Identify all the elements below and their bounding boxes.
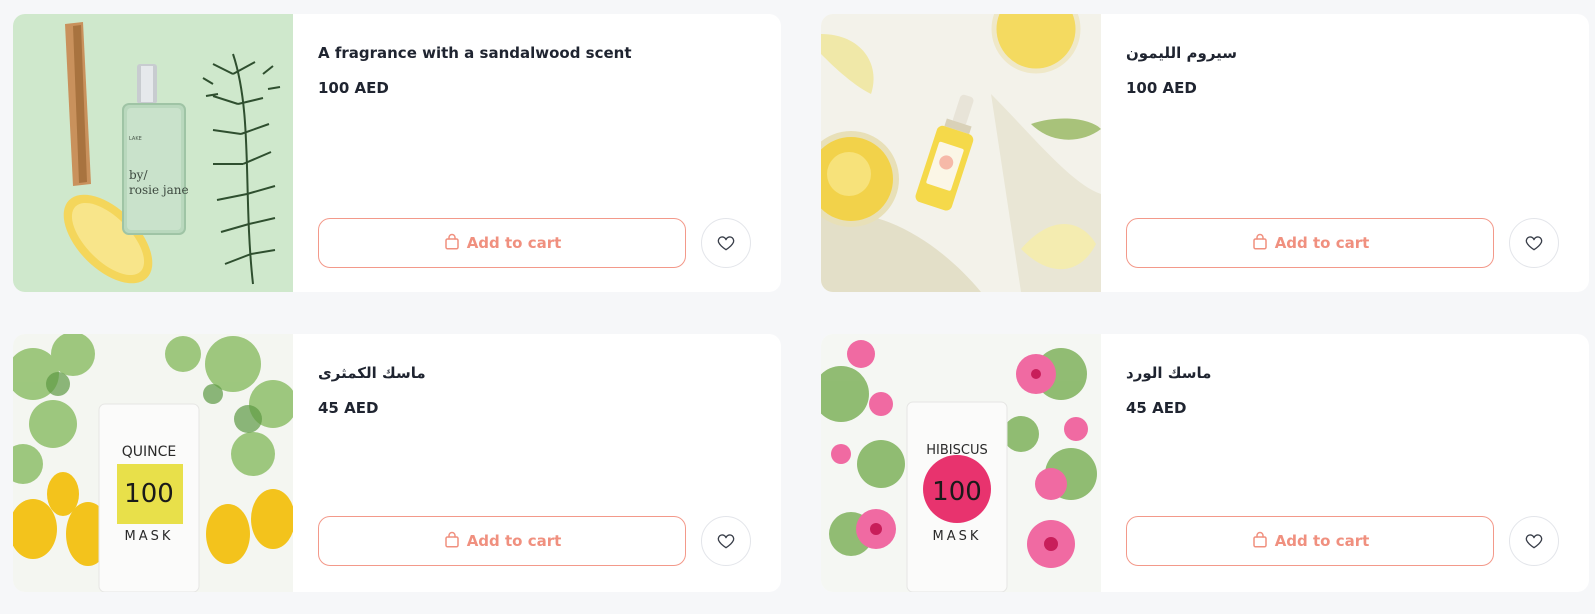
heart-icon <box>717 534 735 549</box>
product-title[interactable]: A fragrance with a sandalwood scent <box>318 42 756 64</box>
mask-name-text: HIBISCUS <box>926 443 987 458</box>
product-title[interactable]: ماسك الورد <box>1126 362 1564 384</box>
mask-number-text: 100 <box>124 479 174 509</box>
heart-icon <box>1525 236 1543 251</box>
heart-icon <box>1525 534 1543 549</box>
add-to-cart-label: Add to cart <box>466 234 562 252</box>
wishlist-button[interactable] <box>701 516 751 566</box>
add-to-cart-button[interactable]: Add to cart <box>318 218 686 268</box>
product-actions: Add to cart <box>1126 516 1559 566</box>
wishlist-button[interactable] <box>701 218 751 268</box>
bottle-label-line2: rosie jane <box>129 183 189 197</box>
mask-label-text: MASK <box>933 529 982 544</box>
product-card[interactable]: QUINCE 100 MASK ماسك الكمثرى 45 AED Add … <box>13 334 781 592</box>
heart-icon <box>717 236 735 251</box>
add-to-cart-button[interactable]: Add to cart <box>1126 218 1494 268</box>
shopping-bag-icon <box>1252 233 1267 249</box>
add-to-cart-label: Add to cart <box>466 532 562 550</box>
add-to-cart-button[interactable]: Add to cart <box>1126 516 1494 566</box>
product-actions: Add to cart <box>318 516 751 566</box>
product-info: سيروم الليمون 100 AED Add to cart <box>1101 14 1589 292</box>
product-actions: Add to cart <box>1126 218 1559 268</box>
shopping-bag-icon <box>444 233 459 249</box>
product-image[interactable]: HIBISCUS 100 MASK <box>821 334 1101 592</box>
product-card[interactable]: LAKE by/ rosie jane A fragrance with a s… <box>13 14 781 292</box>
wishlist-button[interactable] <box>1509 516 1559 566</box>
product-image[interactable]: LAKE by/ rosie jane <box>13 14 293 292</box>
product-price: 45 AED <box>1126 399 1187 417</box>
bottle-label-line1: by/ <box>129 168 148 182</box>
product-card[interactable]: HIBISCUS 100 MASK ماسك الورد 45 AED Add … <box>821 334 1589 592</box>
product-price: 100 AED <box>318 79 389 97</box>
shopping-bag-icon <box>444 531 459 547</box>
product-card[interactable]: سيروم الليمون 100 AED Add to cart <box>821 14 1589 292</box>
mask-name-text: QUINCE <box>122 444 177 460</box>
product-info: ماسك الورد 45 AED Add to cart <box>1101 334 1589 592</box>
add-to-cart-label: Add to cart <box>1274 234 1370 252</box>
add-to-cart-button[interactable]: Add to cart <box>318 516 686 566</box>
wishlist-button[interactable] <box>1509 218 1559 268</box>
mask-label-text: MASK <box>125 529 174 544</box>
shopping-bag-icon <box>1252 531 1267 547</box>
product-image[interactable] <box>821 14 1101 292</box>
product-price: 100 AED <box>1126 79 1197 97</box>
product-title[interactable]: ماسك الكمثرى <box>318 362 756 384</box>
mask-number-text: 100 <box>932 477 982 507</box>
product-title[interactable]: سيروم الليمون <box>1126 42 1564 64</box>
add-to-cart-label: Add to cart <box>1274 532 1370 550</box>
product-info: A fragrance with a sandalwood scent 100 … <box>293 14 781 292</box>
product-info: ماسك الكمثرى 45 AED Add to cart <box>293 334 781 592</box>
product-image[interactable]: QUINCE 100 MASK <box>13 334 293 592</box>
product-price: 45 AED <box>318 399 379 417</box>
bottle-brand-text: LAKE <box>129 136 142 142</box>
product-actions: Add to cart <box>318 218 751 268</box>
